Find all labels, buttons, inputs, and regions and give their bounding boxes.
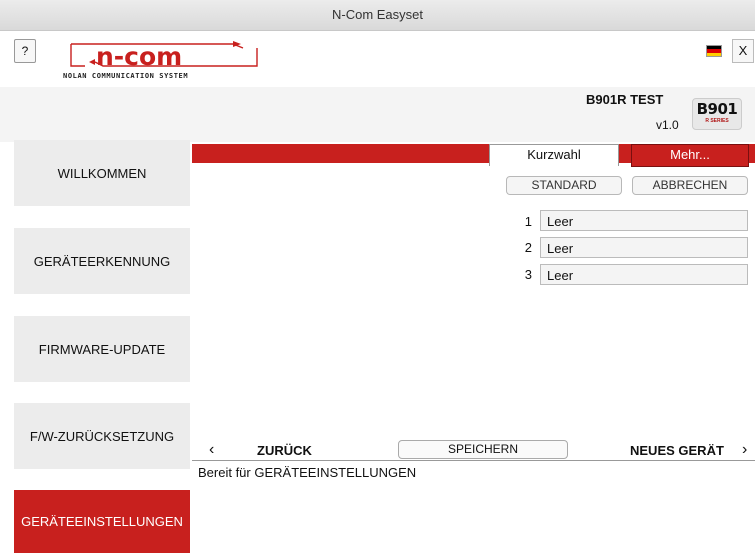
- speed-dial-field-3[interactable]: Leer: [540, 264, 748, 285]
- speed-dial-field-2[interactable]: Leer: [540, 237, 748, 258]
- tab-mehr[interactable]: Mehr...: [631, 144, 749, 167]
- save-button[interactable]: SPEICHERN: [398, 440, 568, 459]
- speed-dial-number: 2: [524, 240, 532, 255]
- sidebar-item-label: F/W-ZURÜCKSETZUNG: [29, 428, 175, 444]
- sidebar-item-label: GERÄTEERKENNUNG: [33, 253, 171, 269]
- device-version: v1.0: [656, 118, 679, 132]
- sidebar-item-label: WILLKOMMEN: [57, 165, 147, 181]
- sidebar-item-label: FIRMWARE-UPDATE: [38, 341, 166, 357]
- chevron-left-icon[interactable]: ‹: [209, 441, 214, 459]
- speed-dial-number: 3: [524, 267, 532, 282]
- tab-kurzwahl[interactable]: Kurzwahl: [489, 144, 619, 166]
- chevron-right-icon[interactable]: ›: [742, 441, 747, 459]
- sidebar-item-label: GERÄTEEINSTELLUNGEN: [21, 514, 183, 529]
- standard-button[interactable]: STANDARD: [506, 176, 622, 195]
- device-model-badge: B901 R SERIES: [692, 98, 742, 130]
- close-button[interactable]: X: [732, 39, 754, 63]
- speed-dial-number: 1: [524, 214, 532, 229]
- german-flag-icon[interactable]: [706, 45, 722, 57]
- device-name: B901R TEST: [586, 92, 664, 107]
- new-device-button[interactable]: NEUES GERÄT: [630, 443, 724, 458]
- device-badge-sub: R SERIES: [705, 118, 729, 124]
- speed-dial-field-1[interactable]: Leer: [540, 210, 748, 231]
- sidebar-item-fw-zuruecksetzung[interactable]: F/W-ZURÜCKSETZUNG: [14, 403, 190, 469]
- help-button[interactable]: ?: [14, 39, 36, 63]
- window-title-bar: N-Com Easyset: [0, 0, 755, 31]
- logo-tagline: NOLAN COMMUNICATION SYSTEM: [63, 72, 189, 80]
- sidebar-item-geraeteerkennung[interactable]: GERÄTEERKENNUNG: [14, 228, 190, 294]
- sidebar-item-firmware-update[interactable]: FIRMWARE-UPDATE: [14, 316, 190, 382]
- device-badge-main: B901: [696, 100, 738, 118]
- back-button[interactable]: ZURÜCK: [257, 443, 312, 458]
- sidebar-item-willkommen[interactable]: WILLKOMMEN: [14, 140, 190, 206]
- cancel-button[interactable]: ABBRECHEN: [632, 176, 748, 195]
- status-text: Bereit für GERÄTEEINSTELLUNGEN: [198, 465, 417, 480]
- logo-wordmark: n-com: [96, 42, 182, 71]
- flag-stripe-gold: [707, 52, 721, 56]
- sidebar-item-geraeteeinstellungen[interactable]: GERÄTEEINSTELLUNGEN: [14, 490, 190, 553]
- window-title: N-Com Easyset: [331, 7, 424, 22]
